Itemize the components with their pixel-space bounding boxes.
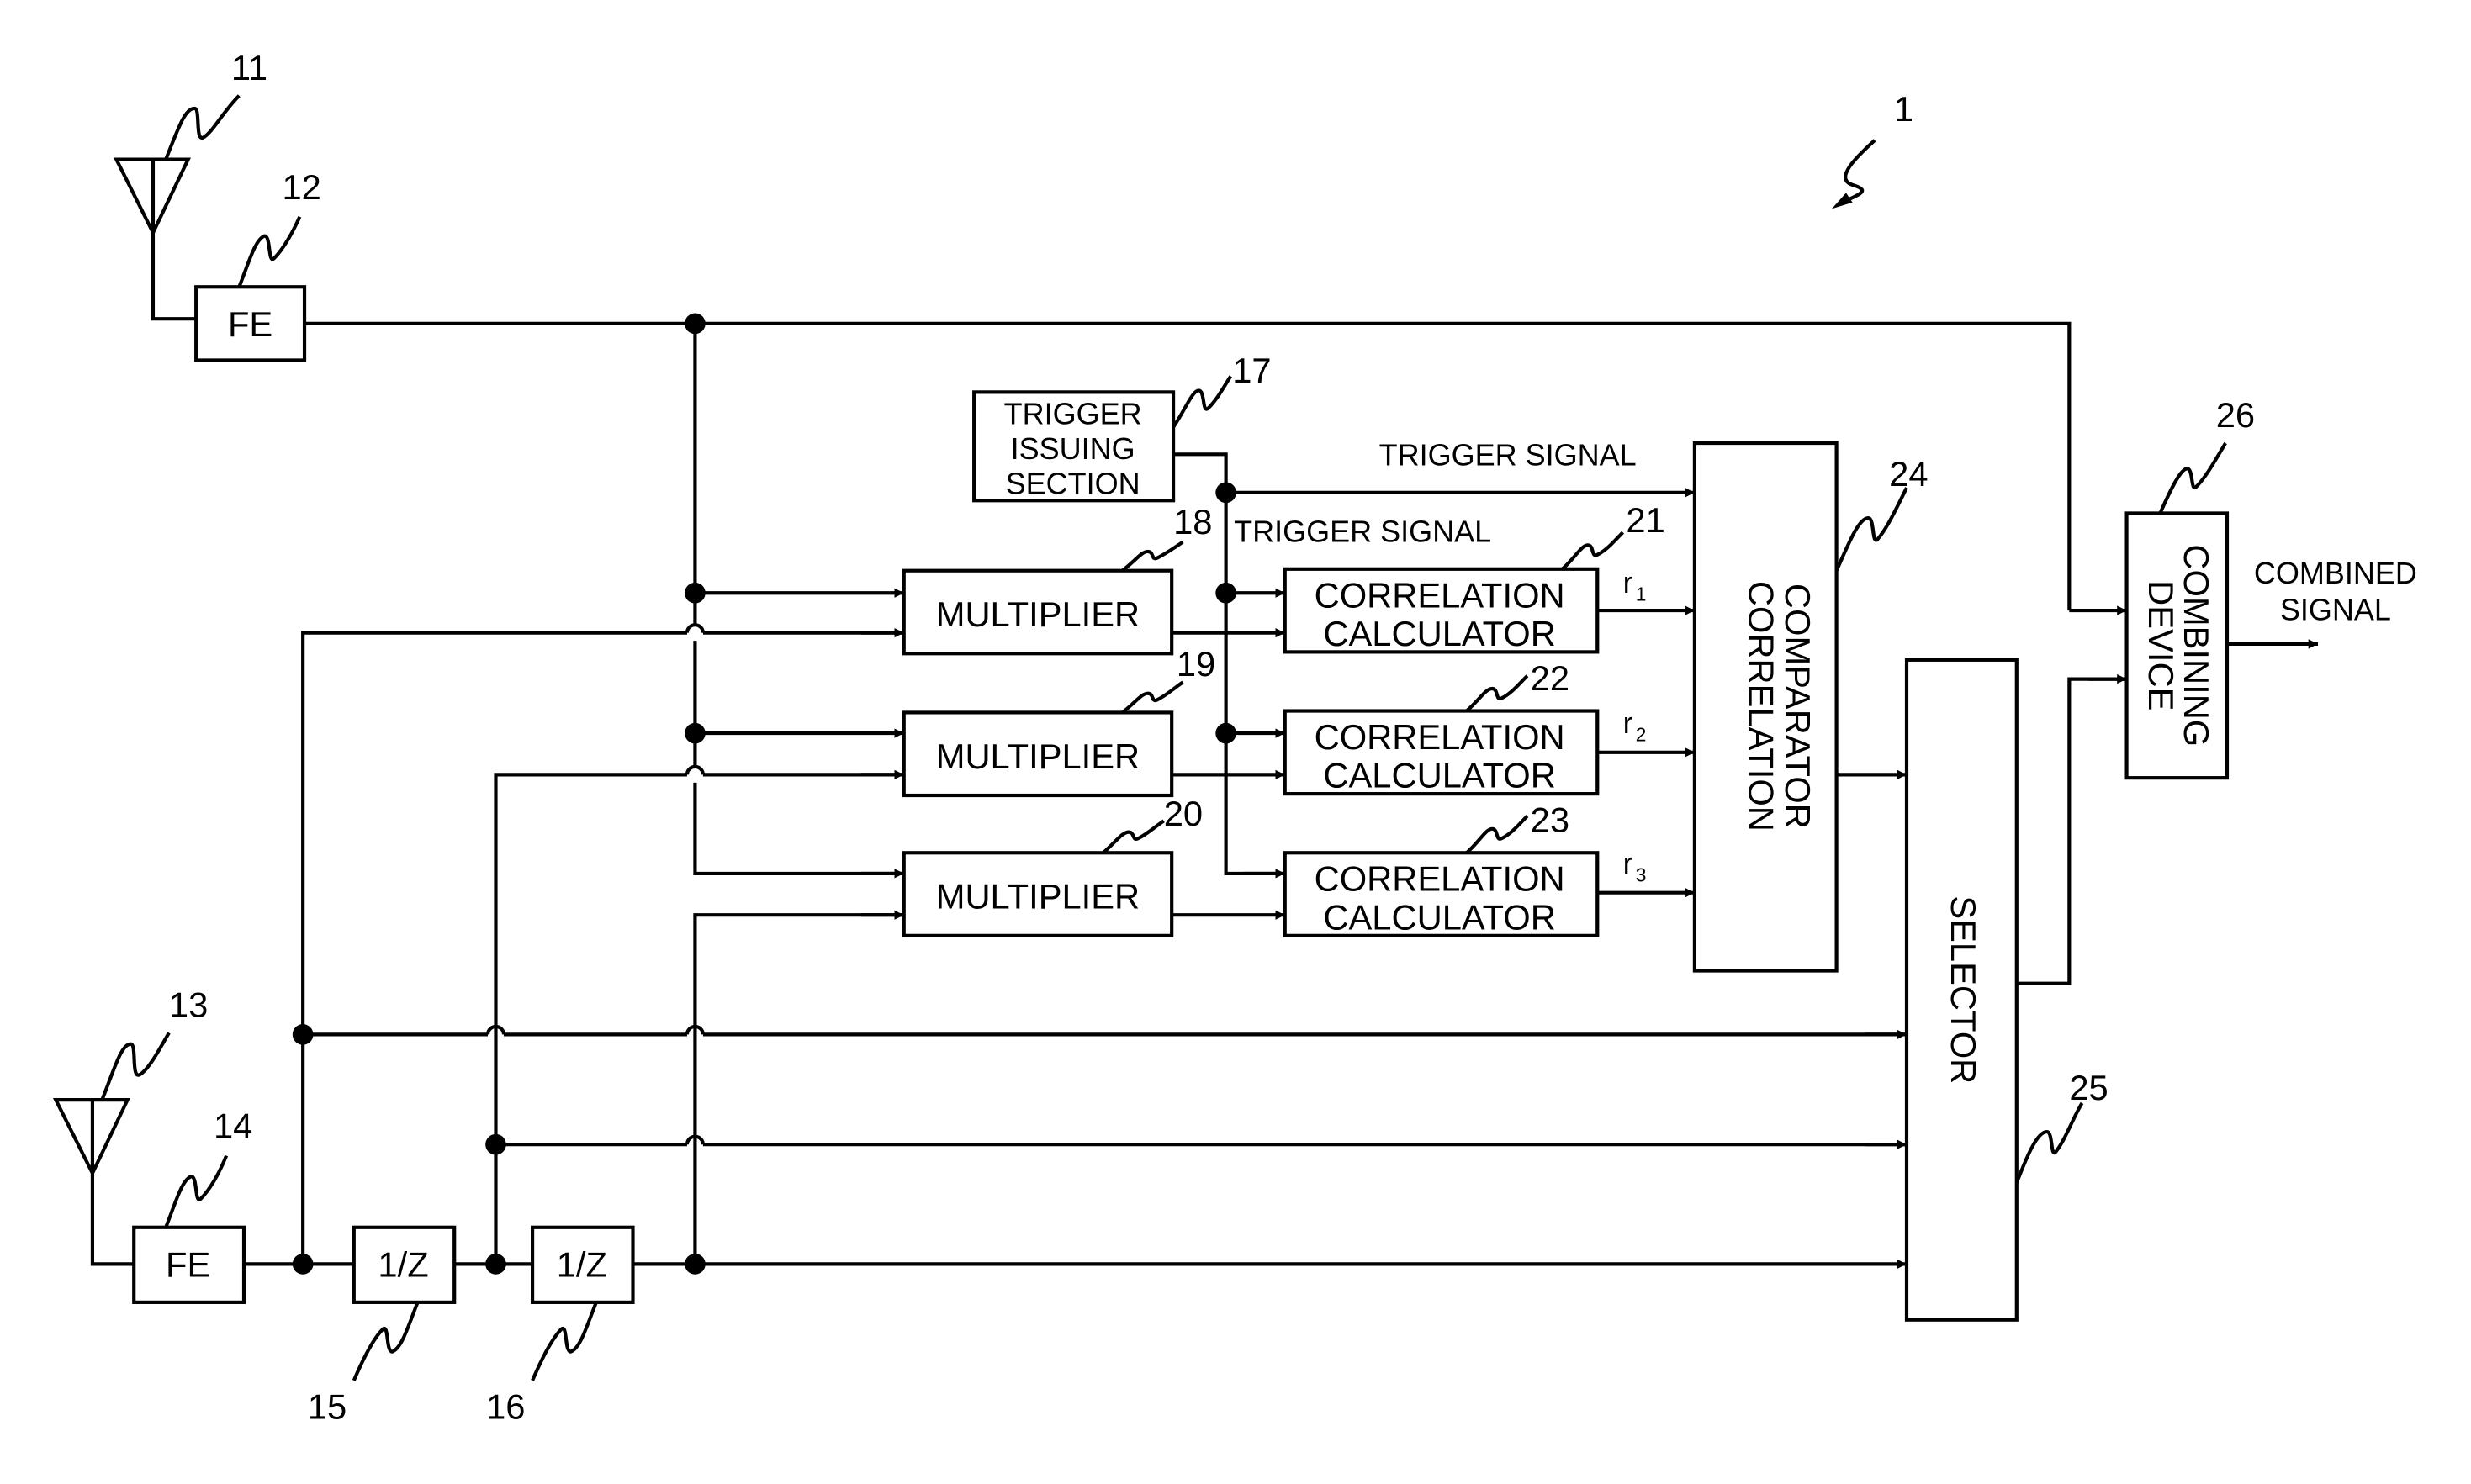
front-end-12-ref: 12 [283, 167, 321, 207]
antenna-13-ref: 13 [169, 985, 208, 1025]
multiplier-18-ref: 18 [1173, 502, 1212, 541]
calc-21-leader [1561, 531, 1625, 571]
multiplier-18-leader [1121, 540, 1184, 573]
front-end-label: FE [166, 1245, 210, 1285]
multiplier-label: MULTIPLIER [936, 877, 1140, 916]
multiplier-18: MULTIPLIER 18 [902, 502, 1212, 656]
combined-signal-label-line2: SIGNAL [2280, 592, 2391, 626]
antenna-icon [113, 157, 197, 321]
combiner-26-ref: 26 [2216, 395, 2255, 435]
r3-label: r [1623, 846, 1633, 880]
figure-ref-number: 1 [1894, 89, 1913, 129]
combiner-label-line2: DEVICE [2141, 580, 2181, 710]
calc-22-ref: 22 [1531, 658, 1569, 698]
multiplier-19-leader [1121, 680, 1184, 715]
junction-dot [685, 722, 706, 744]
r3-subscript: 3 [1636, 863, 1647, 885]
calc-22-leader [1465, 674, 1529, 713]
tap-1-vertical [494, 773, 904, 1265]
multiplier-19-ref: 19 [1177, 644, 1215, 684]
figure-ref-arrowhead [1831, 193, 1853, 209]
combined-signal-label-line1: COMBINED [2254, 556, 2417, 590]
front-end-label: FE [228, 304, 272, 344]
tap-0-vertical [301, 631, 904, 1265]
combiner-label-line1: COMBINING [2177, 544, 2216, 747]
correlation-comparator-24: CORRELATION COMPARATOR 24 [1692, 441, 1929, 973]
selector-25-ref: 25 [2069, 1068, 2108, 1107]
selector-25: SELECTOR 25 [1904, 658, 2109, 1322]
selector-label: SELECTOR [1944, 895, 1983, 1084]
r2-label: r [1623, 705, 1633, 740]
trigger-label-line1: TRIGGER [1004, 396, 1142, 430]
multiplier-label: MULTIPLIER [936, 737, 1140, 776]
antenna-11-leader [164, 94, 241, 161]
combining-device-26: COMBINING DEVICE 26 [2124, 395, 2255, 780]
correlation-calculator-22: CORRELATION CALCULATOR 22 r 2 [1283, 658, 1695, 796]
r1-label: r [1623, 565, 1633, 599]
trigger-label-line3: SECTION [1006, 467, 1140, 501]
selector-to-combiner [2016, 677, 2127, 985]
comparator-label-line2: COMPARATOR [1778, 584, 1818, 829]
calc-23-ref: 23 [1531, 800, 1569, 840]
calc-23-leader [1465, 815, 1529, 854]
trigger-label-line2: ISSUING [1011, 431, 1135, 466]
calculator-label-line2: CALCULATOR [1323, 897, 1555, 937]
front-end-12: FE 12 [194, 167, 321, 362]
multiplier-20: MULTIPLIER 20 [902, 794, 1203, 937]
comparator-24-leader [1834, 487, 1908, 572]
r2-subscript: 2 [1636, 724, 1647, 746]
antenna-icon [52, 1098, 135, 1266]
delay-label: 1/Z [378, 1245, 428, 1285]
calculator-label-line1: CORRELATION [1315, 575, 1565, 615]
antenna-13-leader [100, 1032, 171, 1101]
r1-subscript: 1 [1636, 584, 1647, 605]
calculator-label-line1: CORRELATION [1315, 859, 1565, 899]
correlation-calculator-23: CORRELATION CALCULATOR 23 r 3 [1283, 800, 1695, 937]
antenna-11-ref: 11 [231, 48, 267, 87]
figure-reference: 1 [1831, 89, 1913, 209]
delay-16-ref: 16 [486, 1386, 525, 1426]
calculator-label-line2: CALCULATOR [1323, 756, 1555, 795]
trigger-signal-label-top: TRIGGER SIGNAL [1379, 438, 1637, 473]
delay-label: 1/Z [557, 1245, 607, 1285]
calculator-label-line2: CALCULATOR [1323, 614, 1555, 653]
selector-25-leader [2014, 1101, 2084, 1184]
combiner-26-leader [2158, 441, 2227, 515]
calc-21-ref: 21 [1626, 500, 1664, 540]
front-end-12-leader [237, 215, 302, 288]
calculator-label-line1: CORRELATION [1315, 717, 1565, 757]
receiver-block-diagram: 1 11 FE 12 13 FE 14 1/Z 15 1/Z 16 TRIGGE… [52, 48, 2417, 1426]
delay-15-leader [352, 1302, 420, 1381]
front-end-14: FE 14 [132, 1106, 252, 1304]
antenna-1-tap [693, 323, 904, 875]
comparator-label-line1: CORRELATION [1741, 581, 1780, 832]
trigger-signal-label-mid: TRIGGER SIGNAL [1234, 515, 1491, 549]
front-end-14-leader [164, 1154, 229, 1228]
front-end-14-ref: 14 [214, 1106, 252, 1146]
delay-16-leader [531, 1302, 598, 1381]
antenna-11: 11 [113, 48, 267, 321]
multiplier-20-leader [1102, 819, 1165, 854]
tap-2-vertical [693, 913, 904, 1265]
multiplier-label: MULTIPLIER [936, 594, 1140, 634]
delay-15-ref: 15 [308, 1386, 347, 1426]
trigger-17-leader [1172, 375, 1233, 429]
multiplier-19: MULTIPLIER 19 [902, 644, 1215, 798]
delay-16: 1/Z 16 [486, 1225, 635, 1426]
comparator-24-ref: 24 [1889, 454, 1928, 494]
junction-dot [685, 582, 706, 604]
trigger-17-ref: 17 [1232, 351, 1271, 390]
multiplier-20-ref: 20 [1164, 794, 1203, 833]
antenna-13: 13 [52, 985, 208, 1266]
delay-15: 1/Z 15 [308, 1225, 457, 1426]
